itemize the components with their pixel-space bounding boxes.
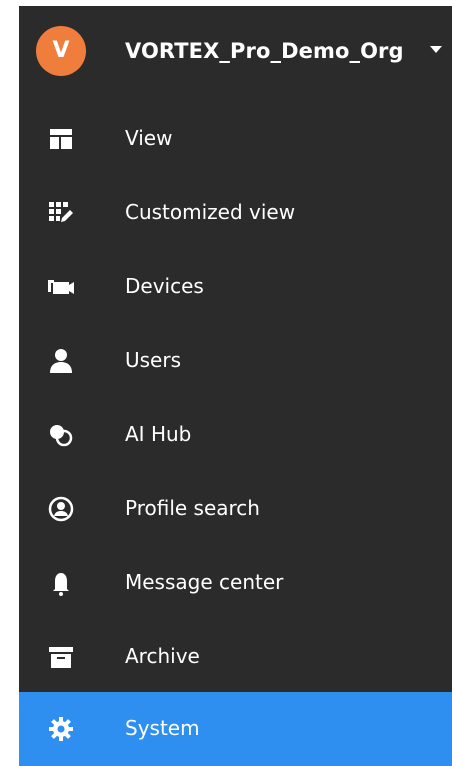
sidebar-item-ai-hub[interactable]: AI Hub [19, 398, 452, 472]
sidebar-item-archive[interactable]: Archive [19, 620, 452, 694]
sidebar-item-label: Profile search [125, 496, 260, 520]
bell-icon [46, 568, 76, 598]
archive-icon [46, 642, 76, 672]
sidebar-item-label: System [125, 716, 200, 740]
view-layout-icon [46, 124, 76, 154]
sidebar: V VORTEX_Pro_Demo_Org View Customized vi… [19, 6, 452, 766]
sidebar-item-label: AI Hub [125, 422, 192, 446]
sidebar-item-system[interactable]: System [19, 692, 452, 766]
sidebar-item-label: Users [125, 348, 182, 372]
sidebar-item-label: Customized view [125, 200, 296, 224]
org-avatar: V [36, 26, 86, 76]
gear-icon [46, 714, 76, 744]
camera-icon [46, 272, 76, 302]
org-switcher[interactable]: V VORTEX_Pro_Demo_Org [19, 6, 452, 102]
profile-search-icon [46, 494, 76, 524]
sidebar-item-devices[interactable]: Devices [19, 250, 452, 324]
sidebar-item-label: Archive [125, 644, 200, 668]
sidebar-item-profile-search[interactable]: Profile search [19, 472, 452, 546]
org-name: VORTEX_Pro_Demo_Org [125, 39, 404, 63]
sidebar-item-label: Devices [125, 274, 204, 298]
sidebar-item-view[interactable]: View [19, 102, 452, 176]
ai-hub-icon [46, 420, 76, 450]
user-icon [46, 346, 76, 376]
sidebar-item-users[interactable]: Users [19, 324, 452, 398]
sidebar-item-customized-view[interactable]: Customized view [19, 176, 452, 250]
sidebar-item-label: View [125, 126, 173, 150]
customized-view-icon [46, 198, 76, 228]
caret-down-icon [430, 46, 442, 53]
sidebar-item-label: Message center [125, 570, 284, 594]
sidebar-item-message-center[interactable]: Message center [19, 546, 452, 620]
